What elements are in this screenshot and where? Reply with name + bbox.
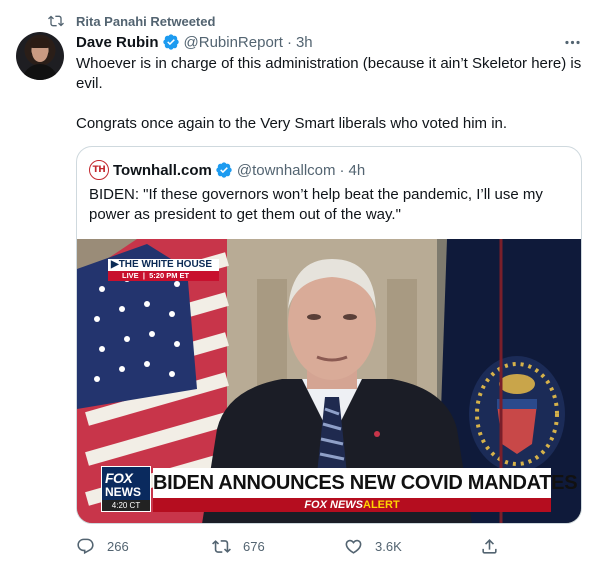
news-alert-bar: FOX NEWSALERT xyxy=(153,498,551,512)
alert-word: ALERT xyxy=(363,499,400,511)
tweet-text-paragraph-1: Whoever is in charge of this administrat… xyxy=(76,55,582,92)
share-icon xyxy=(482,538,497,554)
fox-logo-text-2: NEWS xyxy=(105,485,141,499)
live-label: LIVE | 5:20 PM ET xyxy=(108,271,219,281)
reply-icon xyxy=(77,538,94,554)
live-text: LIVE xyxy=(122,271,139,280)
white-house-bug: ▶THE WHITE HOUSE LIVE | 5:20 PM ET xyxy=(108,259,219,281)
tweet-header: Dave Rubin @RubinReport · 3h xyxy=(76,32,582,52)
live-time: 5:20 PM ET xyxy=(149,271,190,280)
retweet-count: 676 xyxy=(243,538,265,554)
quoted-tweet-header: TH Townhall.com @townhallcom · 4h xyxy=(89,160,365,180)
reply-count: 266 xyxy=(107,538,129,554)
quoted-media-image[interactable]: ▶THE WHITE HOUSE LIVE | 5:20 PM ET FOX N… xyxy=(77,239,581,523)
verified-badge-icon xyxy=(162,34,179,50)
white-house-label: ▶THE WHITE HOUSE xyxy=(108,259,219,271)
retweet-context-text[interactable]: Rita Panahi Retweeted xyxy=(76,14,215,29)
share-button[interactable] xyxy=(480,537,511,556)
news-headline: BIDEN ANNOUNCES NEW COVID MANDATES xyxy=(153,468,578,498)
heart-icon xyxy=(345,539,362,554)
author-name[interactable]: Dave Rubin xyxy=(76,34,159,51)
retweet-context: Rita Panahi Retweeted xyxy=(48,12,215,30)
retweet-icon xyxy=(212,539,231,553)
tweet-timestamp[interactable]: 3h xyxy=(296,34,313,51)
retweet-button[interactable]: 676 xyxy=(212,537,265,556)
tweet-text: Whoever is in charge of this administrat… xyxy=(76,54,582,134)
more-icon xyxy=(564,40,580,44)
retweet-icon xyxy=(48,15,64,27)
alert-brand: FOX NEWS xyxy=(304,499,363,511)
author-handle[interactable]: @RubinReport xyxy=(184,34,283,51)
author-avatar[interactable] xyxy=(16,32,64,80)
tweet-body: Dave Rubin @RubinReport · 3h Whoever is … xyxy=(76,32,582,134)
header-separator: · xyxy=(286,33,292,51)
quoted-header-separator: · xyxy=(339,161,345,179)
quoted-author-avatar: TH xyxy=(89,160,109,180)
broadcast-clock: 4:20 CT xyxy=(102,500,150,511)
like-button[interactable]: 3.6K xyxy=(344,537,402,556)
tweet-text-paragraph-2: Congrats once again to the Very Smart li… xyxy=(76,115,508,132)
news-lower-third: FOX NEWS 4:20 CT BIDEN ANNOUNCES NEW COV… xyxy=(101,466,579,516)
more-options-button[interactable] xyxy=(562,32,582,52)
quoted-author-name: Townhall.com xyxy=(113,161,212,179)
fox-logo-text-1: FOX xyxy=(105,470,133,486)
quoted-tweet-text: BIDEN: "If these governors won’t help be… xyxy=(89,186,543,223)
quoted-tweet[interactable]: TH Townhall.com @townhallcom · 4h BIDEN:… xyxy=(76,146,582,524)
verified-badge-icon xyxy=(216,162,232,178)
tweet-actions: 266 676 3.6K xyxy=(76,536,506,556)
quoted-timestamp: 4h xyxy=(348,161,366,179)
fox-news-logo: FOX NEWS 4:20 CT xyxy=(101,466,151,512)
quoted-author-handle: @townhallcom xyxy=(236,161,336,179)
reply-button[interactable]: 266 xyxy=(76,537,129,556)
like-count: 3.6K xyxy=(375,538,402,554)
